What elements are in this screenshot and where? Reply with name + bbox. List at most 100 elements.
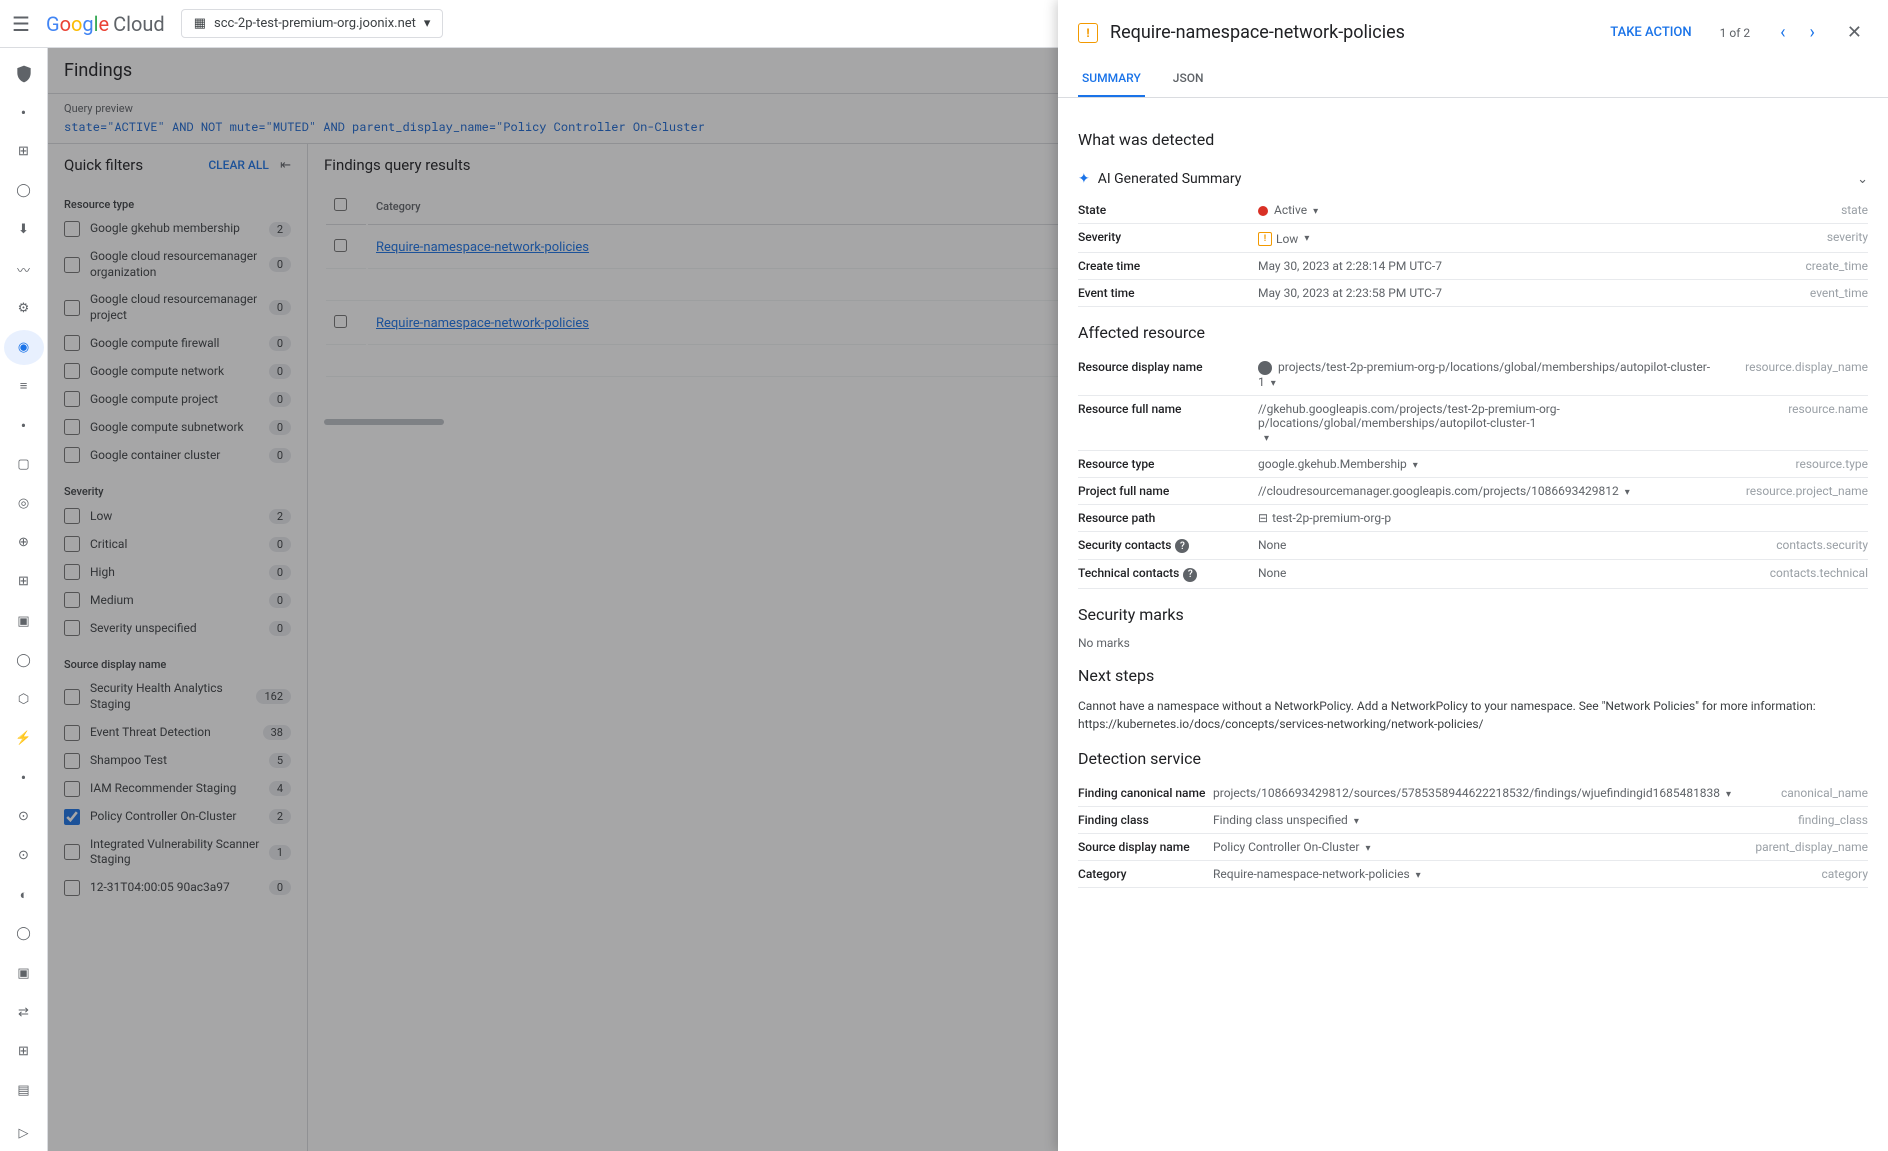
help-icon[interactable]: ? [1183, 568, 1197, 582]
nav-item-19[interactable]: ◐ [4, 877, 44, 912]
nav-item-14[interactable]: ◯ [4, 643, 44, 678]
nav-dot-2[interactable]: • [4, 408, 44, 443]
prop-full-name-key: Resource full name [1078, 395, 1258, 450]
prop-display-name-meta: resource.display_name [1718, 354, 1868, 395]
prop-canonical-val: projects/1086693429812/sources/578535894… [1213, 786, 1720, 800]
nav-item-2[interactable]: ⊞ [4, 134, 44, 169]
nav-item-21[interactable]: ▣ [4, 956, 44, 991]
sparkle-icon: ✦ [1078, 171, 1090, 187]
logo[interactable]: Google Cloud [46, 12, 165, 36]
chevron-down-icon: ▾ [424, 16, 431, 31]
logo-cloud: Cloud [113, 12, 165, 36]
nav-item-6[interactable]: ⚙ [4, 291, 44, 326]
canonical-dropdown[interactable]: ▾ [1726, 789, 1731, 800]
prop-path-key: Resource path [1078, 504, 1258, 531]
prop-state-key: State [1078, 197, 1258, 224]
prop-sec-contacts-val: None [1258, 531, 1718, 560]
prop-type-meta: resource.type [1718, 450, 1868, 477]
nav-item-20[interactable]: ◯ [4, 916, 44, 951]
next-button[interactable]: › [1804, 16, 1821, 49]
nav-dot-3[interactable]: • [4, 760, 44, 795]
nav-item-23[interactable]: ⊞ [4, 1034, 44, 1069]
nav-item-8[interactable]: ≡ [4, 369, 44, 404]
nav-item-16[interactable]: ⚡ [4, 721, 44, 756]
prop-event-time-key: Event time [1078, 280, 1258, 307]
prop-full-name-meta: resource.name [1718, 395, 1868, 450]
source-dropdown[interactable]: ▾ [1365, 843, 1370, 854]
section-what-detected: What was detected [1078, 130, 1868, 149]
tab-summary[interactable]: SUMMARY [1078, 61, 1145, 97]
nav-item-15[interactable]: ⬡ [4, 682, 44, 717]
resource-icon [1258, 361, 1272, 375]
project-selector[interactable]: ▦ scc-2p-test-premium-org.joonix.net ▾ [181, 9, 444, 38]
prop-type-key: Resource type [1078, 450, 1258, 477]
prop-tech-contacts-val: None [1258, 560, 1718, 589]
prop-severity-key: Severity [1078, 224, 1258, 253]
prev-button[interactable]: ‹ [1774, 16, 1791, 49]
prop-display-name-key: Resource display name [1078, 354, 1258, 395]
severity-dropdown[interactable]: ▾ [1304, 233, 1309, 244]
prop-tech-contacts-meta: contacts.technical [1718, 560, 1868, 589]
prop-source-val: Policy Controller On-Cluster [1213, 840, 1359, 854]
display-name-dropdown[interactable]: ▾ [1271, 378, 1276, 389]
nav-item-18[interactable]: ⊙ [4, 838, 44, 873]
close-button[interactable]: ✕ [1841, 16, 1868, 49]
nav-item-12[interactable]: ⊞ [4, 564, 44, 599]
prop-source-key: Source display name [1078, 833, 1213, 860]
prop-canonical-key: Finding canonical name [1078, 780, 1213, 807]
nav-item-13[interactable]: ▣ [4, 604, 44, 639]
next-steps-text: Cannot have a namespace without a Networ… [1078, 697, 1868, 733]
category-dropdown[interactable]: ▾ [1416, 870, 1421, 881]
help-icon[interactable]: ? [1175, 539, 1189, 553]
severity-badge-icon: ! [1078, 23, 1098, 43]
prop-category-meta: category [1731, 860, 1868, 887]
prop-project-val: //cloudresourcemanager.googleapis.com/pr… [1258, 484, 1619, 498]
nav-item-11[interactable]: ⊕ [4, 525, 44, 560]
nav-expand[interactable]: ▷ [4, 1116, 44, 1151]
prop-class-val: Finding class unspecified [1213, 813, 1348, 827]
take-action-button[interactable]: TAKE ACTION [1610, 25, 1691, 40]
section-affected: Affected resource [1078, 323, 1868, 342]
nav-item-3[interactable]: ◯ [4, 173, 44, 208]
detail-panel: ! Require-namespace-network-policies TAK… [1058, 0, 1888, 1151]
state-dropdown[interactable]: ▾ [1313, 206, 1318, 217]
pager-text: 1 of 2 [1720, 26, 1750, 40]
prop-create-time-meta: create_time [1718, 253, 1868, 280]
severity-low-icon: ! [1258, 232, 1272, 246]
nav-item-5[interactable]: 〰 [4, 252, 44, 287]
prop-source-meta: parent_display_name [1731, 833, 1868, 860]
prop-state-meta: state [1718, 197, 1868, 224]
prop-type-val: google.gkehub.Membership [1258, 457, 1407, 471]
prop-category-key: Category [1078, 860, 1213, 887]
prop-class-meta: finding_class [1731, 806, 1868, 833]
prop-full-name-val: //gkehub.googleapis.com/projects/test-2p… [1258, 402, 1560, 430]
nav-item-24[interactable]: ▤ [4, 1073, 44, 1108]
tab-json[interactable]: JSON [1169, 61, 1208, 97]
prop-display-name-val: projects/test-2p-premium-org-p/locations… [1258, 360, 1710, 389]
ai-summary-toggle[interactable]: ✦ AI Generated Summary ⌄ [1078, 161, 1868, 197]
prop-create-time-key: Create time [1078, 253, 1258, 280]
chevron-down-icon: ⌄ [1857, 172, 1868, 187]
nav-security[interactable] [4, 56, 44, 91]
hierarchy-icon: ⊟ [1258, 511, 1268, 525]
full-name-dropdown[interactable]: ▾ [1264, 433, 1269, 444]
prop-class-key: Finding class [1078, 806, 1213, 833]
ai-summary-label: AI Generated Summary [1098, 171, 1242, 187]
project-dropdown[interactable]: ▾ [1625, 487, 1630, 498]
state-dot-icon [1258, 206, 1268, 216]
prop-project-key: Project full name [1078, 477, 1258, 504]
iconbar: • ⊞ ◯ ⬇ 〰 ⚙ ◉ ≡ • ▢ ◎ ⊕ ⊞ ▣ ◯ ⬡ ⚡ • ⊙ ⊙ … [0, 48, 48, 1151]
nav-item-17[interactable]: ⊙ [4, 799, 44, 834]
prop-path-val: test-2p-premium-org-p [1272, 511, 1391, 525]
prop-category-val: Require-namespace-network-policies [1213, 867, 1410, 881]
class-dropdown[interactable]: ▾ [1354, 816, 1359, 827]
nav-item-10[interactable]: ◎ [4, 486, 44, 521]
nav-item-4[interactable]: ⬇ [4, 212, 44, 247]
nav-findings[interactable]: ◉ [4, 330, 44, 365]
menu-icon[interactable]: ☰ [12, 12, 30, 36]
type-dropdown[interactable]: ▾ [1413, 460, 1418, 471]
nav-item-22[interactable]: ⇄ [4, 995, 44, 1030]
nav-dot-1[interactable]: • [4, 95, 44, 130]
prop-event-time-meta: event_time [1718, 280, 1868, 307]
nav-item-9[interactable]: ▢ [4, 447, 44, 482]
